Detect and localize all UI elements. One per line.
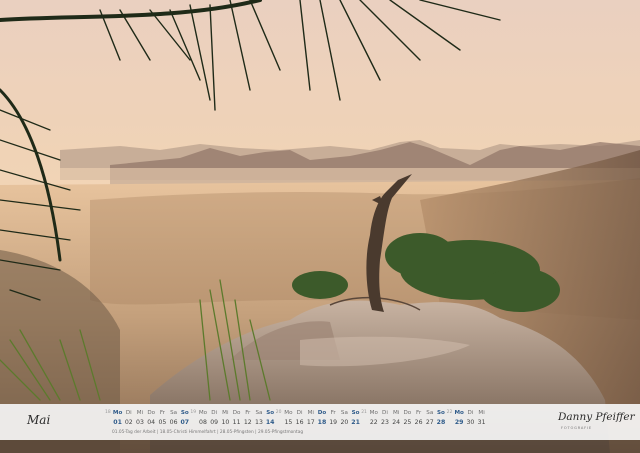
weekday-label: Sa [426, 410, 434, 416]
brand-subtitle: FOTOGRAFIE [561, 426, 592, 430]
day-number: 29 [454, 419, 464, 426]
day-number: 11 [232, 419, 241, 426]
weekday-label: Mi [392, 410, 400, 416]
weekday-label: Fr [245, 410, 251, 416]
day-number: 10 [221, 419, 230, 426]
month-title: Mai [27, 413, 51, 427]
landscape-photo [0, 0, 640, 453]
weekday-label: Di [125, 410, 132, 416]
weekday-label: Mo [454, 410, 464, 416]
week-number: 22 [446, 410, 453, 415]
day-number: 14 [265, 419, 275, 426]
day-number: 05 [158, 419, 167, 426]
day-number: 18 [317, 419, 327, 426]
day-number: 12 [243, 419, 252, 426]
week-number: 19 [190, 410, 197, 415]
weekday-label: Sa [170, 410, 178, 416]
week-number: 20 [275, 410, 282, 415]
day-number: 22 [369, 419, 378, 426]
day-number: 26 [414, 419, 423, 426]
weekday-label: Mo [112, 410, 123, 416]
weekday-label: Mi [222, 410, 229, 416]
week-number: 18 [105, 410, 111, 415]
weekday-label: Sa [255, 410, 263, 416]
day-number: 15 [284, 419, 293, 426]
weekday-label: Mi [307, 410, 314, 416]
day-number: 13 [255, 419, 263, 426]
weekday-label: So [351, 410, 360, 416]
weekday-label: So [180, 410, 189, 416]
weekday-label: Fr [416, 410, 422, 416]
weekday-label: Mo [198, 410, 208, 416]
weekday-label: Di [467, 410, 474, 416]
day-number: 03 [136, 419, 144, 426]
day-number: 19 [329, 419, 338, 426]
brand-signature: Danny Pfeiffer [558, 411, 635, 423]
weekday-label: Mo [369, 410, 378, 416]
weekday-label: Do [403, 410, 412, 416]
day-number: 21 [351, 419, 360, 426]
week-number: 21 [361, 410, 367, 415]
day-number: 02 [124, 419, 133, 426]
weekday-label: Sa [340, 410, 348, 416]
weekday-label: Do [232, 410, 241, 416]
day-number: 01 [113, 419, 122, 426]
day-number: 24 [392, 419, 401, 426]
weekday-label: Fr [330, 410, 336, 416]
weekday-label: Do [147, 410, 156, 416]
calendar-strip: Mai 18 Mo 01 Di 02 Mi 03 Do 04 Fr 05 Sa 06 So 07 19 Mo 08… [0, 404, 640, 440]
weekday-label: Mi [136, 410, 144, 416]
day-number: 23 [381, 419, 389, 426]
weekday-label: Mo [284, 410, 293, 416]
day-number: 04 [147, 419, 156, 426]
brand-logo: Danny Pfeiffer FOTOGRAFIE [558, 409, 635, 435]
day-number: 06 [169, 419, 178, 426]
day-number: 27 [425, 419, 434, 426]
weekday-label: Di [382, 410, 388, 416]
day-number: 09 [210, 419, 219, 426]
holiday-list: 01.05-Tag der Arbeit | 18.05-Christi Him… [112, 430, 304, 435]
day-number: 31 [477, 419, 486, 426]
day-number: 30 [466, 419, 475, 426]
day-number: 07 [180, 419, 190, 426]
day-number: 20 [340, 419, 349, 426]
weekday-label: Mi [478, 410, 485, 416]
weekday-label: So [266, 410, 275, 416]
weekday-label: Di [211, 410, 218, 416]
day-number: 17 [306, 419, 315, 426]
weekday-label: Di [296, 410, 303, 416]
weekday-label: Fr [159, 410, 165, 416]
weekday-label: Do [317, 410, 327, 416]
day-number: 08 [199, 419, 207, 426]
weekday-label: So [437, 410, 445, 416]
day-number: 25 [403, 419, 412, 426]
day-number: 28 [436, 419, 446, 426]
day-number: 16 [295, 419, 304, 426]
